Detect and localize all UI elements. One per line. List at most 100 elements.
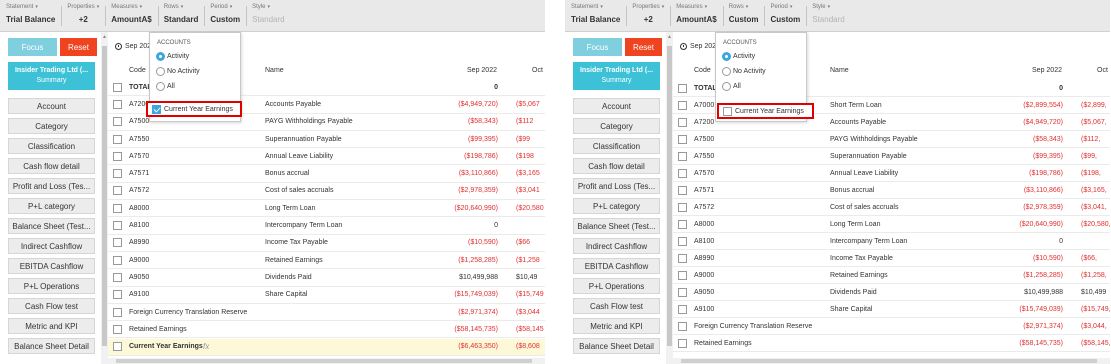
row-checkbox[interactable] bbox=[113, 238, 122, 248]
sidebar-item[interactable]: P+L Operations bbox=[8, 278, 95, 294]
table-row[interactable]: A7572 Cost of sales accruals ($2,978,359) (… bbox=[673, 199, 1110, 216]
accounts-option[interactable]: Activity bbox=[156, 52, 189, 61]
row-checkbox[interactable] bbox=[678, 117, 687, 127]
accounts-option[interactable]: Activity bbox=[722, 52, 755, 61]
row-checkbox[interactable] bbox=[678, 270, 687, 280]
table-row[interactable]: A8990 Income Tax Payable ($10,590) ($66, bbox=[673, 250, 1110, 267]
toolbar-statement-selector[interactable]: Statement ▾ Trial Balance bbox=[565, 0, 626, 32]
focus-button[interactable]: Focus bbox=[573, 38, 622, 56]
sidebar-item[interactable]: Cash Flow test bbox=[573, 298, 660, 314]
sidebar-item[interactable]: Classification bbox=[8, 138, 95, 154]
row-checkbox[interactable] bbox=[678, 253, 687, 263]
radio-button[interactable] bbox=[156, 52, 165, 61]
row-checkbox[interactable] bbox=[678, 134, 687, 144]
accounts-option[interactable]: No Activity bbox=[722, 67, 766, 76]
sidebar-item[interactable]: P+L category bbox=[8, 198, 95, 214]
table-row[interactable]: Current Year Earnings fx ($6,463,350) ($8,6… bbox=[108, 338, 545, 356]
row-checkbox[interactable] bbox=[678, 236, 687, 246]
period-header[interactable]: Sep 2022 bbox=[680, 43, 720, 50]
toolbar-properties-selector[interactable]: Properties ▾ +2 bbox=[61, 0, 105, 32]
column-name-header[interactable]: Name bbox=[830, 67, 849, 74]
sidebar-item[interactable]: Cash Flow test bbox=[8, 298, 95, 314]
table-row[interactable]: A8000 Long Term Loan ($20,640,990) ($20,580… bbox=[673, 216, 1110, 233]
sidebar-item[interactable]: Metric and KPI bbox=[8, 318, 95, 334]
table-row[interactable]: Retained Earnings ($58,145,735) ($58,145, bbox=[673, 335, 1110, 352]
focus-button[interactable]: Focus bbox=[8, 38, 57, 56]
row-checkbox[interactable] bbox=[113, 134, 122, 144]
sidebar-item[interactable]: Balance Sheet Detail bbox=[573, 338, 660, 354]
scroll-up-icon[interactable]: ▲ bbox=[102, 34, 107, 40]
sidebar-item[interactable]: Profit and Loss (Tes... bbox=[8, 178, 95, 194]
row-checkbox[interactable] bbox=[678, 168, 687, 178]
row-checkbox[interactable] bbox=[678, 219, 687, 229]
row-checkbox[interactable] bbox=[113, 169, 122, 179]
scrollbar-thumb[interactable] bbox=[116, 359, 532, 363]
scrollbar-thumb[interactable] bbox=[681, 359, 1097, 363]
current-year-earnings-option[interactable]: Current Year Earnings bbox=[717, 103, 814, 119]
row-checkbox[interactable] bbox=[678, 304, 687, 314]
sidebar-item[interactable]: P+L Operations bbox=[573, 278, 660, 294]
company-selector[interactable]: Insider Trading Ltd (... Summary bbox=[573, 62, 660, 90]
row-checkbox[interactable] bbox=[113, 186, 122, 196]
column-name-header[interactable]: Name bbox=[265, 67, 284, 74]
table-row[interactable]: Foreign Currency Translation Reserve ($2,… bbox=[673, 318, 1110, 335]
sidebar-item[interactable]: EBITDA Cashflow bbox=[8, 258, 95, 274]
table-row[interactable]: A7500 PAYG Withholdings Payable ($58,343) (… bbox=[673, 131, 1110, 148]
radio-button[interactable] bbox=[722, 52, 731, 61]
table-row[interactable]: Retained Earnings ($58,145,735) ($58,145 bbox=[108, 321, 545, 339]
table-row[interactable]: A8100 Intercompany Term Loan 0 bbox=[108, 217, 545, 235]
table-row[interactable]: A7571 Bonus accrual ($3,110,866) ($3,165, bbox=[673, 182, 1110, 199]
row-checkbox[interactable] bbox=[113, 117, 122, 127]
row-checkbox[interactable] bbox=[678, 321, 687, 331]
sidebar-item[interactable]: Balance Sheet (Test... bbox=[573, 218, 660, 234]
scrollbar-thumb[interactable] bbox=[102, 46, 107, 346]
sidebar-item[interactable]: P+L category bbox=[573, 198, 660, 214]
row-checkbox[interactable] bbox=[678, 100, 687, 110]
sidebar-scrollbar[interactable]: ▲ bbox=[101, 32, 108, 364]
radio-button[interactable] bbox=[722, 67, 731, 76]
accounts-option[interactable]: No Activity bbox=[156, 67, 200, 76]
toolbar-rows-selector[interactable]: Rows ▾ Standard bbox=[157, 0, 205, 32]
column-period1-header[interactable]: Sep 2022 bbox=[1032, 67, 1062, 74]
column-code-header[interactable]: Code bbox=[694, 67, 711, 74]
sidebar-item[interactable]: Account bbox=[8, 98, 95, 114]
row-checkbox[interactable] bbox=[678, 151, 687, 161]
table-row[interactable]: Foreign Currency Translation Reserve ($2,… bbox=[108, 304, 545, 322]
table-row[interactable]: A9000 Retained Earnings ($1,258,285) ($1,25… bbox=[673, 267, 1110, 284]
scroll-up-icon[interactable]: ▲ bbox=[667, 34, 672, 40]
row-checkbox[interactable] bbox=[113, 272, 122, 282]
toolbar-measures-selector[interactable]: Measures ▾ AmountA$ bbox=[105, 0, 157, 32]
row-checkbox[interactable] bbox=[113, 255, 122, 265]
table-row[interactable]: A8000 Long Term Loan ($20,640,990) ($20,580 bbox=[108, 200, 545, 218]
sidebar-item[interactable]: Metric and KPI bbox=[573, 318, 660, 334]
reset-button[interactable]: Reset bbox=[60, 38, 97, 56]
horizontal-scrollbar[interactable] bbox=[108, 358, 545, 364]
row-checkbox[interactable] bbox=[113, 324, 122, 334]
accounts-option[interactable]: All bbox=[156, 82, 175, 91]
table-row[interactable]: A7550 Superannuation Payable ($99,395) ($99 bbox=[108, 131, 545, 149]
toolbar-properties-selector[interactable]: Properties ▾ +2 bbox=[626, 0, 670, 32]
table-row[interactable]: A9050 Dividends Paid $10,499,988 $10,49 bbox=[108, 269, 545, 287]
table-row[interactable]: A9100 Share Capital ($15,749,039) ($15,749, bbox=[673, 301, 1110, 318]
sidebar-item[interactable]: Account bbox=[573, 98, 660, 114]
radio-button[interactable] bbox=[156, 82, 165, 91]
sidebar-item[interactable]: Indirect Cashflow bbox=[8, 238, 95, 254]
table-row[interactable]: A7571 Bonus accrual ($3,110,866) ($3,165 bbox=[108, 166, 545, 183]
scrollbar-thumb[interactable] bbox=[667, 46, 672, 346]
sidebar-item[interactable]: Category bbox=[8, 118, 95, 134]
table-row[interactable]: A7570 Annual Leave Liability ($198,786) ($1… bbox=[673, 165, 1110, 182]
table-row[interactable]: A9050 Dividends Paid $10,499,988 $10,499 bbox=[673, 284, 1110, 301]
row-checkbox[interactable] bbox=[113, 290, 122, 300]
column-period2-header[interactable]: Oct bbox=[532, 67, 543, 74]
row-checkbox[interactable] bbox=[113, 221, 122, 231]
table-row[interactable]: A9000 Retained Earnings ($1,258,285) ($1,25… bbox=[108, 252, 545, 270]
sidebar-item[interactable]: Indirect Cashflow bbox=[573, 238, 660, 254]
column-code-header[interactable]: Code bbox=[129, 67, 146, 74]
sidebar-item[interactable]: Balance Sheet (Test... bbox=[8, 218, 95, 234]
row-checkbox[interactable] bbox=[678, 287, 687, 297]
toolbar-rows-selector[interactable]: Rows ▾ Custom bbox=[722, 0, 765, 32]
table-row[interactable]: A7570 Annual Leave Liability ($198,786) ($1… bbox=[108, 148, 545, 166]
table-row[interactable]: A7572 Cost of sales accruals ($2,978,359) (… bbox=[108, 183, 545, 201]
table-row[interactable]: A8100 Intercompany Term Loan 0 bbox=[673, 233, 1110, 250]
row-checkbox[interactable] bbox=[678, 83, 687, 93]
